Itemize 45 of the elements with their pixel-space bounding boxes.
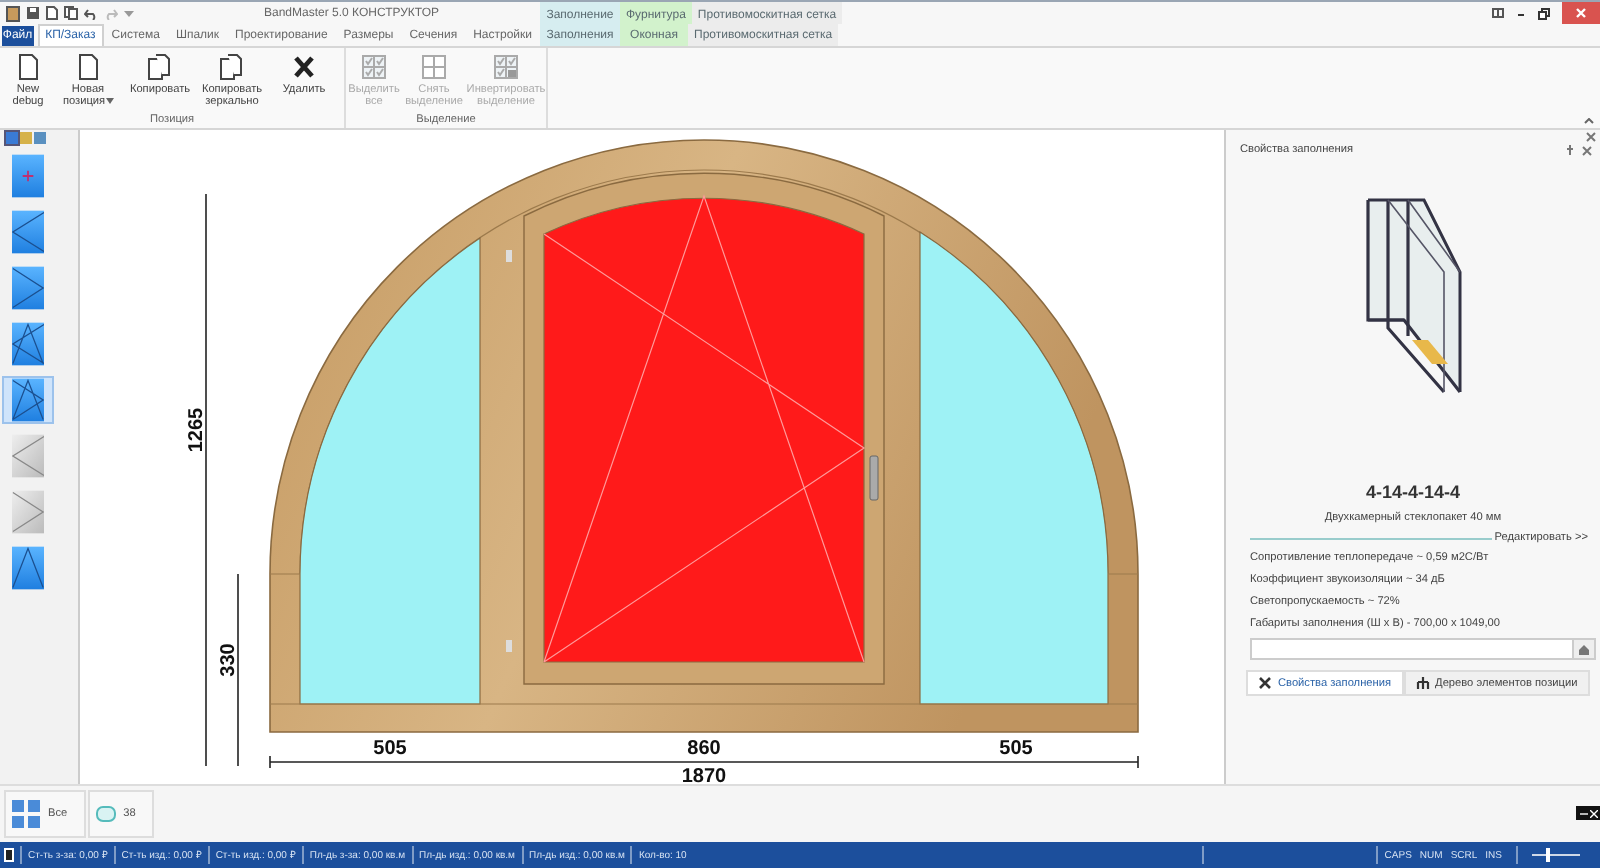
app-status-icon [4,848,14,862]
ribbon-display-icon[interactable] [1492,8,1504,18]
restore-icon[interactable] [1538,7,1550,19]
search-field[interactable] [1250,638,1596,660]
document-icon [16,54,40,80]
grid-icon [362,54,386,80]
dimension-label: 505 [999,738,1033,760]
sash-type-icon [12,544,44,592]
minimize-icon[interactable] [1516,8,1526,18]
dimension-label: 1265 [186,407,208,453]
copy-icon [220,54,244,80]
sash-tool-button[interactable] [2,376,54,424]
windows-grid-icon [12,800,40,828]
dimension-label: 505 [373,738,407,760]
minimize-icon[interactable] [1579,809,1587,817]
close-icon [1576,8,1586,18]
sash-type-icon [12,432,44,480]
app-icon [6,5,20,21]
grid-icon [422,54,446,80]
zoom-slider-thumb[interactable] [1546,848,1551,862]
sash-type-icon [12,488,44,536]
collapse-ribbon-icon[interactable] [1584,118,1594,124]
sash-type-icon [12,208,44,256]
pin-icon[interactable] [1566,144,1574,156]
home-icon[interactable] [1578,643,1590,655]
sash-type-icon [12,152,44,200]
dimension-label: 330 [218,643,240,677]
window-icon [95,806,116,822]
dimension-label: 1870 [681,766,727,784]
close-button[interactable] [1562,2,1600,24]
tree-icon [1415,676,1430,690]
dimension-label: 860 [687,738,721,760]
sash-type-icon [12,264,44,312]
sash-type-icon [12,320,44,368]
grid-icon [494,54,518,80]
document-icon [76,54,100,80]
new-document-icon[interactable] [46,6,58,20]
undo-icon[interactable] [84,7,98,19]
sash-type-icon [12,376,44,424]
delete-icon [292,54,316,80]
glass-code: 4-14-4-14-4 [1365,482,1461,502]
dropdown-icon[interactable] [124,9,134,17]
copy-icon[interactable] [64,6,78,20]
copy-icon [148,54,172,80]
save-icon[interactable] [26,6,40,20]
